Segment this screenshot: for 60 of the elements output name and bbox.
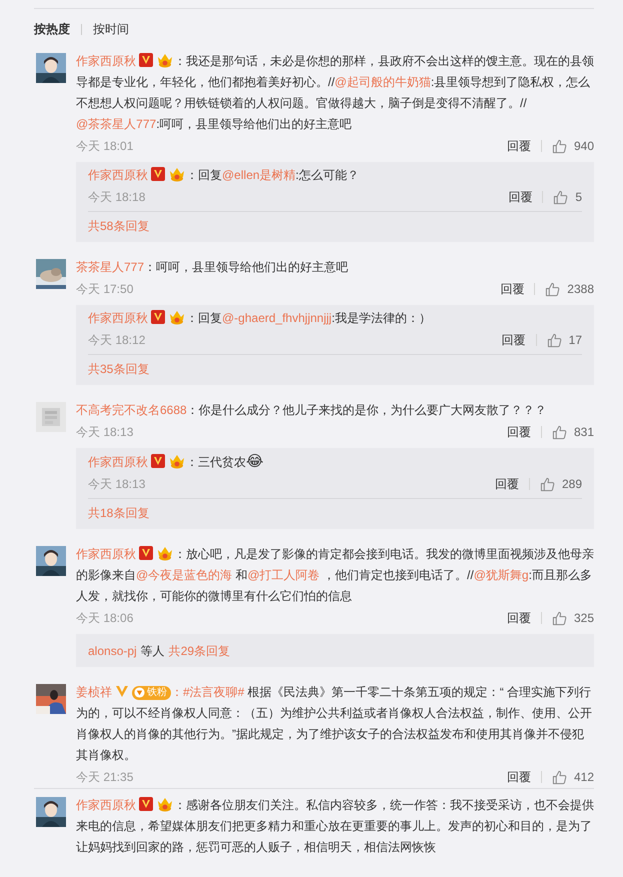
comment-text: 作家西原秋 ：回复@-ghaerd_fhvhjjnnjjj:我是学法律的：） (88, 308, 432, 327)
timestamp: 今天 18:13 (76, 424, 134, 440)
timestamp: 今天 17:50 (76, 280, 134, 298)
like-button[interactable]: 412 (552, 770, 594, 784)
replies-note: 等人 (140, 644, 165, 658)
comment-text: 作家西原秋 ：我还是那句话，未必是你想的那样，县政府不会出这样的馊主意。现在的县领导都是专业化，年轻化，他们都抱着美好初心。//@起司般的牛奶猫:县里领导想到了隐私权，怎么不想想人权问题呢？用铁链锁着的人权问题。官做得越大，脑子倒是变得不清醒了。// @茶茶星人777:呵呵，县里领导给他们出的好主意吧 (76, 51, 594, 133)
more-replies-link[interactable]: 共29条回复 (168, 644, 230, 658)
user-link[interactable]: alonso-pj (88, 644, 137, 658)
like-button[interactable]: 289 (540, 476, 582, 492)
like-button[interactable]: 940 (552, 138, 594, 154)
comment-text: 作家西原秋 ：感谢各位朋友们关注。私信内容较多，统一作答：我不接受采访，也不会提供来电的信息，希望媒体朋友们把更多精力和重心放在更重要的事儿上。发声的初心和目的，是为了让妈妈找到回家的路，惩罚可恶的人贩子，相信明天，相信法网恢恢 (76, 795, 594, 856)
author-link[interactable]: 作家西原秋 (76, 547, 136, 561)
like-button[interactable]: 17 (546, 332, 582, 348)
reply-button[interactable]: 回覆 (506, 424, 531, 440)
mention-link[interactable]: @茶茶星人777 (76, 117, 156, 131)
comment-text: 作家西原秋 ：放心吧，凡是发了影像的肯定都会接到电话。我发的微博里面视频涉及他母亲的影像来自@今夜是蓝色的海 和@打工人阿卷 ，他们肯定也接到电话了。//@犹斯舞g:而且那么多人发，就找你，可能你的微博里有什么它们怕的信息 (76, 544, 594, 605)
fan-badge: 铁粉 (132, 686, 171, 700)
reply-button[interactable]: 回覆 (502, 332, 526, 348)
comment-text: 姜桢祥 铁粉 ：#法言夜聊# 根据《民法典》第一千零二十条第五项的规定：“ 合理实施下列行为的，可以不经肖像权人同意：（五）为维护公共利益或者肖像权人合法权益，制作、使用、公开肖像权人的肖像的其他行为。”据此规定，为了维护该女子的合法权益发布和使用其肖像并不侵犯其肖像权。 (76, 683, 593, 764)
author-link[interactable]: 作家西原秋 (76, 54, 136, 68)
comment-text: 茶茶星人777：呵呵，县里领导给他们出的好主意吧 (76, 259, 350, 276)
mention-link[interactable]: @打工人阿卷 (248, 568, 320, 582)
comment-text: 作家西原秋 ：回复@ellen是树精:怎么可能？ (88, 165, 360, 184)
author-link[interactable]: 不高考完不改名6688 (76, 403, 187, 417)
comment-text: 不高考完不改名6688：你是什么成分？他儿子来找的是你，为什么要广大网友散了？？？ (76, 402, 548, 419)
topic-link[interactable]: ：#法言夜聊# (171, 685, 244, 699)
reply-button[interactable]: 回覆 (506, 610, 531, 626)
mention-link[interactable]: @犹斯舞g (474, 568, 529, 582)
author-link[interactable]: 作家西原秋 (88, 168, 148, 182)
timestamp: 今天 18:12 (88, 332, 146, 348)
author-link[interactable]: 作家西原秋 (88, 311, 148, 325)
timestamp: 今天 18:18 (88, 188, 146, 206)
mention-link[interactable]: @今夜是蓝色的海 (136, 568, 232, 582)
timestamp: 今天 18:13 (88, 476, 146, 492)
more-replies-link[interactable]: 共58条回复 (88, 219, 150, 233)
timestamp: 今天 21:35 (76, 768, 134, 786)
like-button[interactable]: 5 (553, 190, 582, 204)
mention-link[interactable]: @-ghaerd_fhvhjjnnjjj (222, 311, 332, 325)
author-link[interactable]: 姜桢祥 (76, 685, 112, 699)
emoji-icon: 😂 (246, 453, 264, 470)
author-link[interactable]: 茶茶星人777 (76, 260, 144, 274)
timestamp: 今天 18:01 (76, 138, 134, 154)
like-button[interactable]: 831 (552, 424, 594, 440)
comment-text: 作家西原秋 ：三代贫农😂 (88, 452, 265, 472)
reply-button[interactable]: 回覆 (494, 476, 519, 492)
author-link[interactable]: 作家西原秋 (76, 798, 136, 812)
sort-tab[interactable]: 按时间 (93, 21, 129, 38)
author-link[interactable]: 作家西原秋 (88, 455, 148, 469)
more-replies-link[interactable]: 共18条回复 (88, 506, 150, 520)
reply-button[interactable]: 回覆 (508, 188, 532, 206)
timestamp: 今天 18:06 (76, 610, 134, 626)
mention-link[interactable]: @ellen是树精 (222, 168, 296, 182)
reply-button[interactable]: 回覆 (506, 138, 531, 154)
reply-button[interactable]: 回覆 (506, 768, 531, 786)
like-button[interactable]: 325 (552, 610, 594, 626)
like-button[interactable]: 2388 (545, 282, 594, 296)
mention-link[interactable]: @起司般的牛奶猫 (334, 75, 431, 89)
more-replies-link[interactable]: 共35条回复 (88, 362, 150, 376)
reply-button[interactable]: 回覆 (500, 280, 524, 298)
sort-tab[interactable]: 按热度 (34, 21, 70, 38)
